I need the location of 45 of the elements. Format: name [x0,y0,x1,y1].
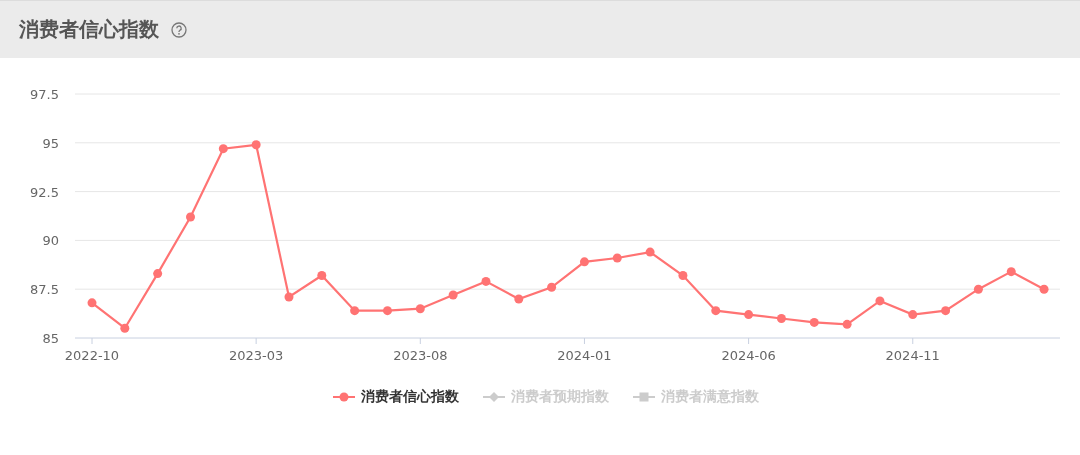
data-point [251,140,261,150]
data-point [711,306,721,316]
data-point [809,317,819,327]
data-point [744,310,754,320]
data-point [612,253,622,263]
data-point [87,298,97,308]
axis-tick-label: 2022-10 [64,348,120,363]
axis-tick-label: 2024-01 [557,348,612,363]
data-point [941,306,951,316]
axis-tick-label: 92.5 [30,184,59,200]
axis-tick-label: 87.5 [30,282,59,298]
data-point [908,310,918,320]
data-point [1006,267,1016,277]
data-point [218,144,228,154]
data-point [842,319,852,329]
axis-tick-label: 2024-06 [721,348,776,363]
data-point [875,296,885,306]
legend-item[interactable]: 消费者信心指数 [333,388,459,406]
axis-tick-label: 97.5 [30,87,59,102]
axis-tick-label: 95 [42,135,59,151]
axis-tick-label: 2024-11 [885,348,940,363]
data-point [514,294,524,304]
data-point [547,282,557,292]
data-point [678,271,688,281]
help-icon[interactable] [171,21,187,38]
data-point [973,284,983,294]
data-point [448,290,458,300]
data-point [579,257,589,267]
data-point [317,271,327,281]
data-point [350,306,360,316]
data-point [186,212,195,222]
data-point [776,314,786,323]
axis-tick-label: 2023-03 [229,348,284,363]
axis-tick-label: 85 [42,331,59,346]
data-point [415,304,425,314]
data-point [1039,284,1049,294]
data-point [382,306,392,316]
data-point [645,247,655,257]
axis-tick-label: 90 [42,233,59,249]
axis-tick-label: 2023-08 [393,348,448,363]
data-point [284,292,294,302]
chart-title: 消费者信心指数 [19,16,159,43]
data-point [153,269,163,279]
data-point [120,323,130,333]
data-point [481,276,491,286]
